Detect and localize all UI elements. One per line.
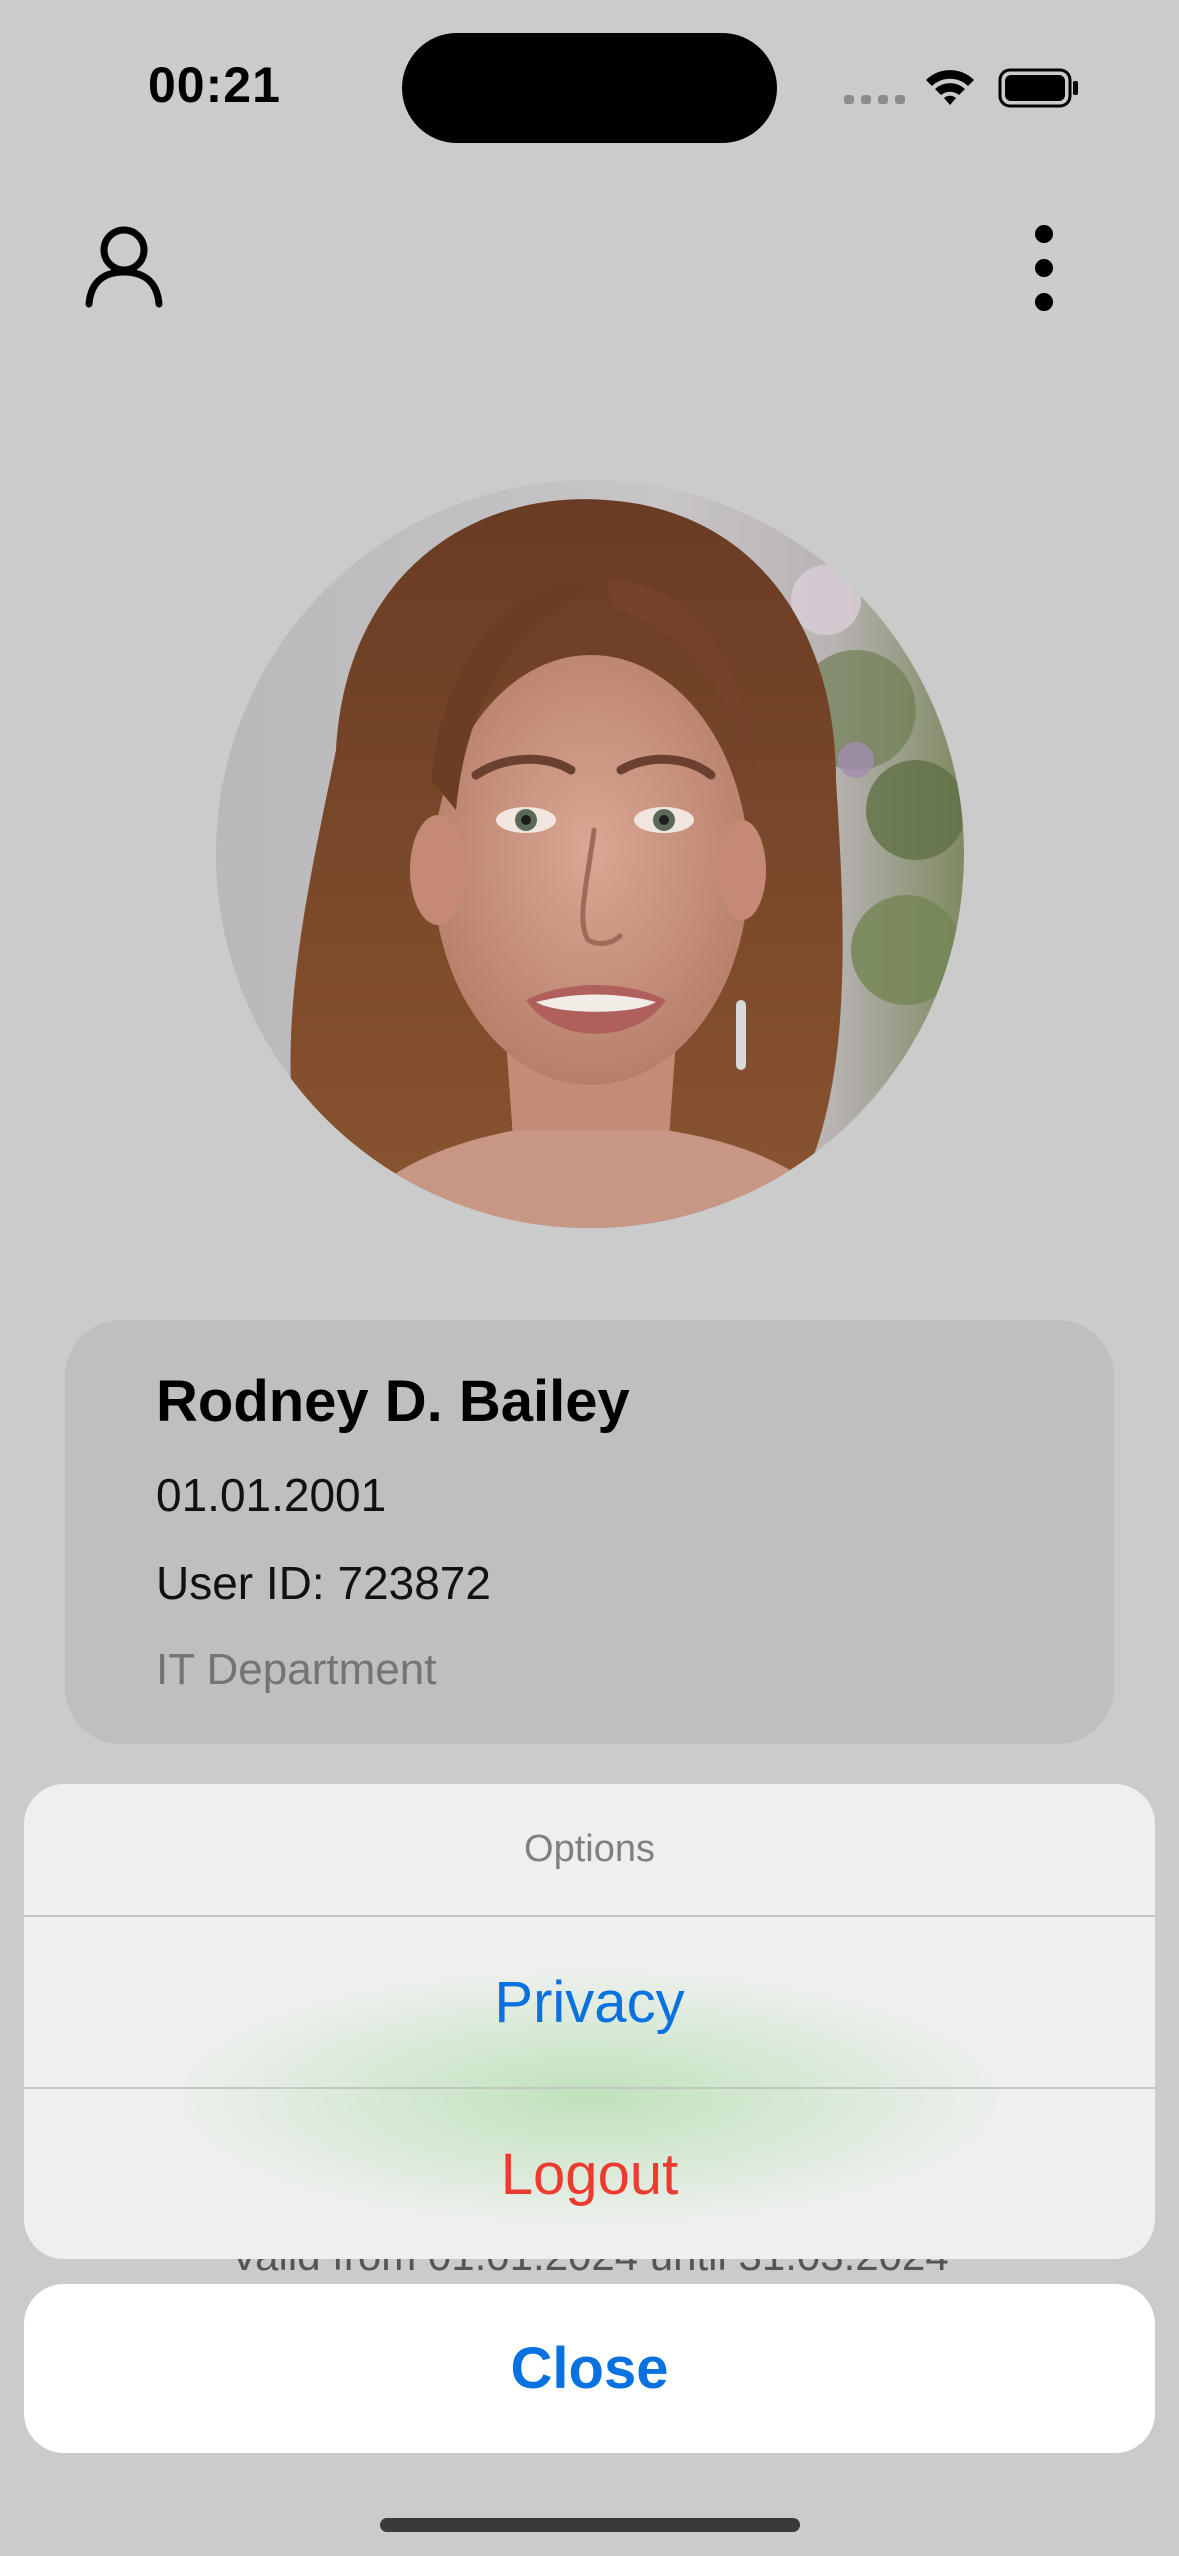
user-name: Rodney D. Bailey xyxy=(156,1369,630,1434)
privacy-action[interactable]: Privacy xyxy=(24,1917,1155,2087)
user-department: IT Department xyxy=(156,1645,437,1694)
options-action-sheet: Options Privacy Logout xyxy=(24,1784,1155,2259)
logout-action[interactable]: Logout xyxy=(24,2089,1155,2259)
profile-button[interactable] xyxy=(84,224,164,308)
cellular-signal-icon xyxy=(844,95,905,104)
more-vertical-icon xyxy=(1035,225,1053,311)
person-icon xyxy=(85,226,163,308)
dynamic-island xyxy=(402,33,777,143)
action-sheet-title: Options xyxy=(524,1828,655,1870)
user-info-card: Rodney D. Bailey 01.01.2001 User ID: 723… xyxy=(65,1320,1114,1744)
more-options-button[interactable] xyxy=(1020,222,1068,314)
user-id: User ID: 723872 xyxy=(156,1557,491,1609)
wifi-icon xyxy=(926,70,974,105)
status-time: 00:21 xyxy=(148,57,281,113)
battery-icon xyxy=(998,68,1078,108)
close-button[interactable]: Close xyxy=(24,2284,1155,2453)
user-birth-date: 01.01.2001 xyxy=(156,1469,387,1521)
status-bar: 00:21 xyxy=(0,0,1179,170)
home-indicator[interactable] xyxy=(380,2518,800,2532)
profile-photo xyxy=(216,480,964,1228)
